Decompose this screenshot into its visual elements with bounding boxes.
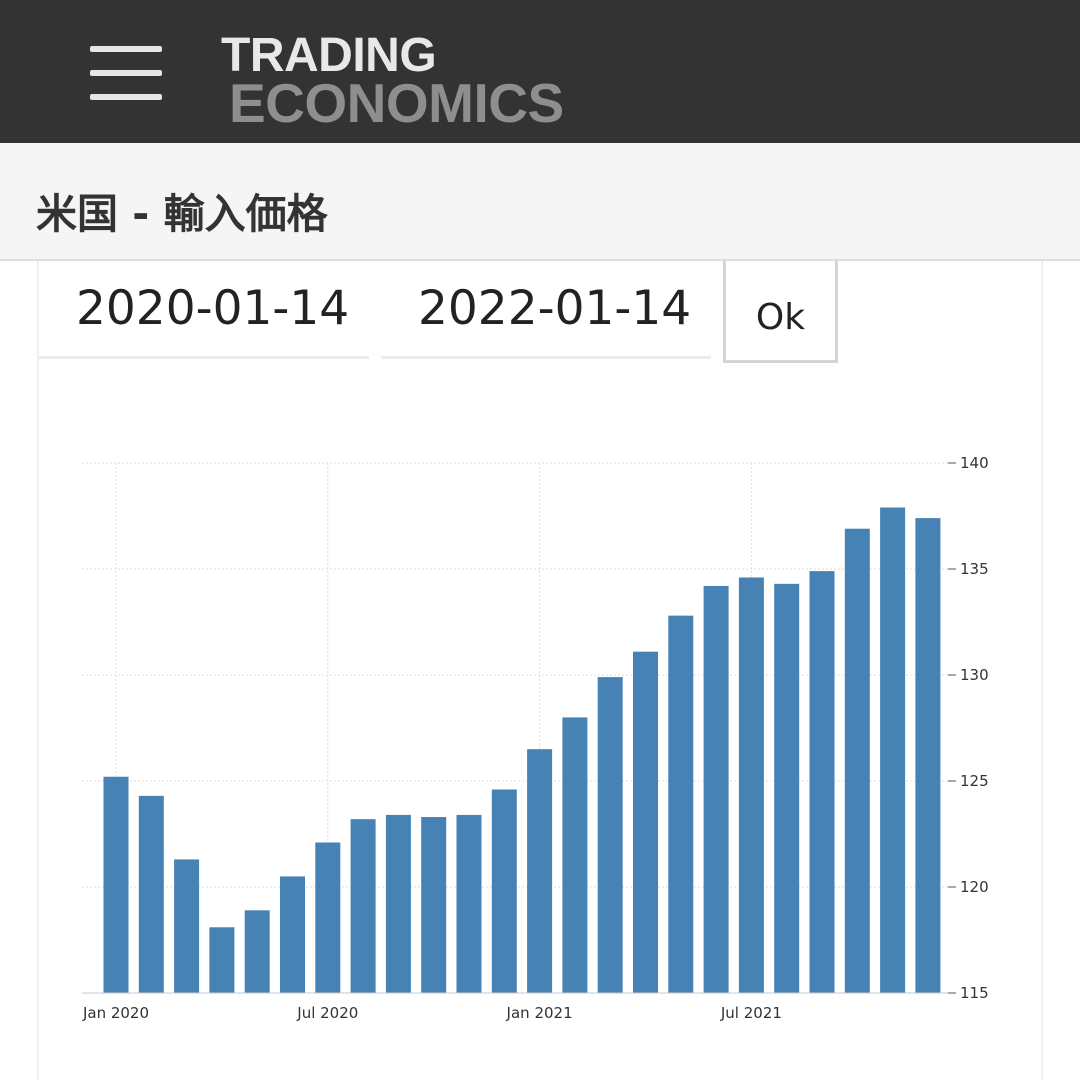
y-tick-label: 130 — [960, 666, 989, 684]
chart-bar[interactable] — [174, 859, 200, 993]
import-price-bar-chart: 115 120 125 130 135 140 Jan 2020 Jul 2020 Jan 20… — [82, 454, 989, 1022]
chart-bar[interactable] — [633, 651, 658, 993]
x-tick-label: Jan 2020 — [82, 1004, 149, 1022]
chart-bar[interactable] — [280, 876, 305, 993]
y-tick-label: 120 — [960, 878, 989, 896]
chart-bar[interactable] — [597, 677, 623, 993]
chart-bar[interactable] — [668, 615, 694, 993]
chart-bar[interactable] — [774, 583, 800, 993]
y-tick-label: 140 — [960, 454, 989, 472]
chart-bar[interactable] — [103, 776, 129, 993]
chart-bar[interactable] — [738, 577, 764, 993]
chart-bar[interactable] — [385, 814, 411, 993]
chart-bar[interactable] — [915, 518, 941, 993]
chart-bar[interactable] — [809, 571, 835, 993]
x-tick-label: Jul 2020 — [296, 1004, 358, 1022]
chart-bar[interactable] — [456, 814, 482, 993]
y-tick-label: 125 — [960, 772, 989, 790]
chart-bar[interactable] — [421, 817, 447, 993]
chart-bar[interactable] — [562, 717, 588, 993]
chart-bar[interactable] — [138, 795, 164, 993]
chart-bar[interactable] — [703, 585, 729, 993]
chart-bar[interactable] — [315, 842, 341, 993]
chart-bar[interactable] — [209, 927, 235, 993]
chart-bar[interactable] — [244, 910, 270, 993]
y-tick-label: 115 — [960, 984, 989, 1002]
chart-bar[interactable] — [527, 749, 553, 993]
x-tick-label: Jan 2021 — [506, 1004, 573, 1022]
chart-bar[interactable] — [491, 789, 517, 993]
x-tick-label: Jul 2021 — [720, 1004, 782, 1022]
chart-bar[interactable] — [880, 507, 906, 993]
chart-bar[interactable] — [844, 528, 870, 993]
chart-bar[interactable] — [350, 819, 376, 993]
y-tick-label: 135 — [960, 560, 989, 578]
